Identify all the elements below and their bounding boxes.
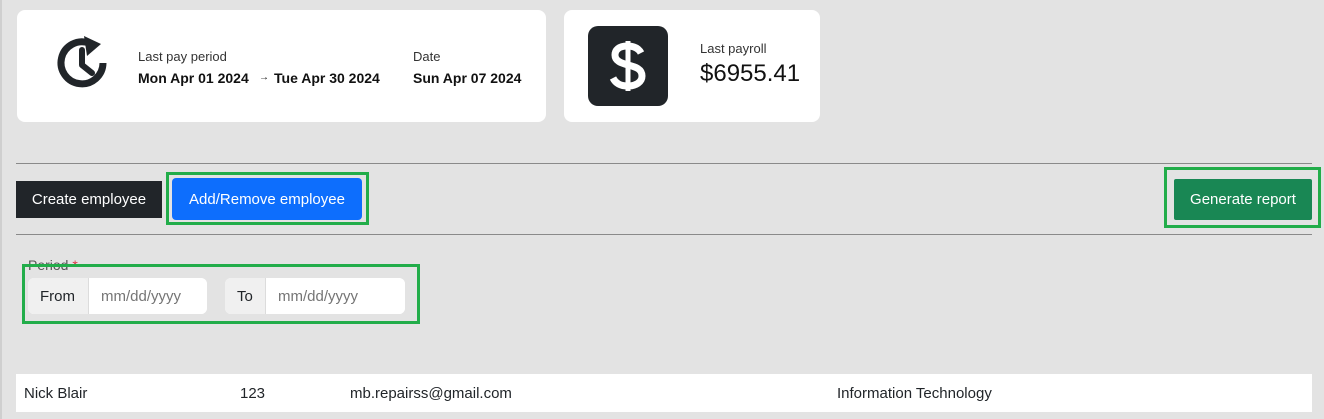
to-label: To — [225, 278, 266, 314]
from-label: From — [28, 278, 89, 314]
period-start-date: Mon Apr 01 2024 — [138, 70, 249, 86]
last-pay-period-label: Last pay period — [138, 49, 227, 64]
to-date-group: To — [225, 278, 405, 314]
add-remove-employee-button[interactable]: Add/Remove employee — [172, 178, 362, 220]
to-date-input[interactable] — [266, 278, 405, 314]
employee-department: Information Technology — [837, 385, 992, 402]
arrow-right-icon: → — [259, 72, 269, 83]
period-end-date: Tue Apr 30 2024 — [274, 70, 380, 86]
left-border — [0, 0, 2, 419]
from-date-input[interactable] — [89, 278, 207, 314]
from-date-group: From — [28, 278, 207, 314]
last-payroll-card: Last payroll $6955.41 — [564, 10, 820, 122]
date-value: Sun Apr 07 2024 — [413, 70, 522, 86]
employee-email: mb.repairss@gmail.com — [350, 385, 512, 402]
pay-period-card: Last pay period Mon Apr 01 2024 → Tue Ap… — [17, 10, 546, 122]
table-row[interactable]: Nick Blair 123 mb.repairss@gmail.com Inf… — [16, 374, 1312, 412]
clock-refresh-icon — [57, 36, 107, 88]
required-mark: * — [72, 257, 78, 273]
create-employee-button[interactable]: Create employee — [16, 181, 162, 218]
period-label: Period * — [28, 257, 78, 273]
divider-top — [16, 163, 1312, 164]
last-payroll-label: Last payroll — [700, 41, 767, 56]
dollar-icon — [588, 26, 668, 106]
employee-id: 123 — [240, 385, 266, 402]
employee-name: Nick Blair — [24, 385, 88, 402]
last-payroll-amount: $6955.41 — [700, 60, 801, 87]
generate-report-button[interactable]: Generate report — [1174, 179, 1312, 220]
period-label-text: Period — [28, 257, 69, 273]
date-label: Date — [413, 49, 441, 64]
divider-bottom — [16, 234, 1312, 235]
